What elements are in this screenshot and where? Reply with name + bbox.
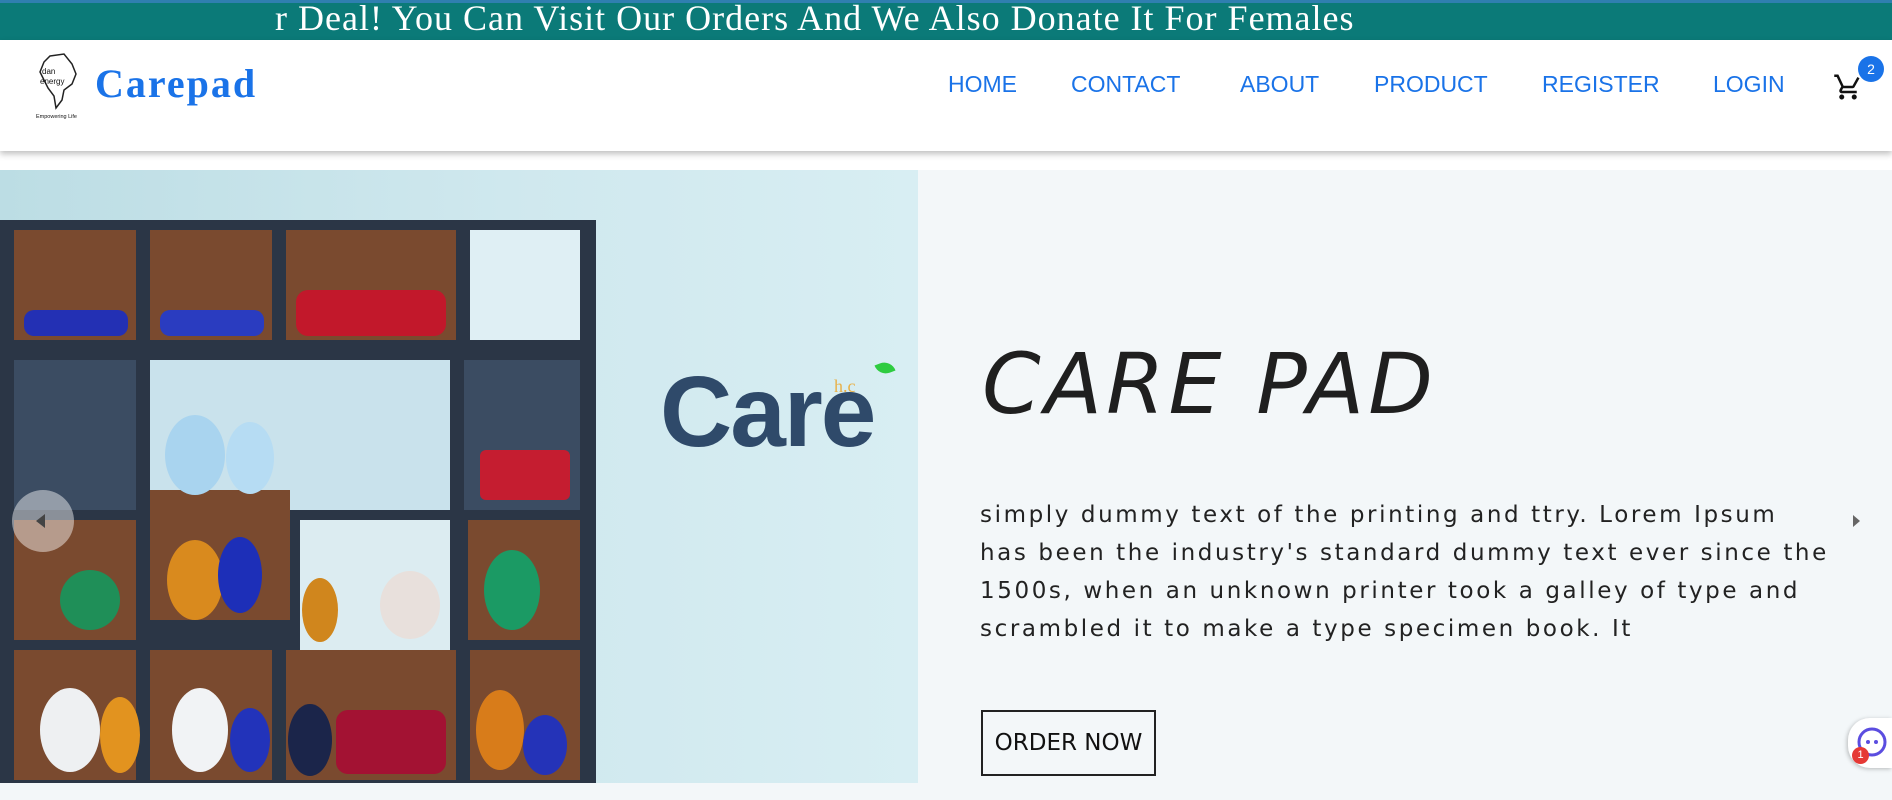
hero-image: Care h.c — [0, 170, 918, 783]
logo-text-mid: energy — [40, 77, 64, 86]
logo[interactable]: dan energy Empowering Life — [34, 50, 82, 122]
nav-login[interactable]: LOGIN — [1713, 71, 1785, 98]
care-logo-suffix: h.c — [834, 376, 856, 396]
nav-register[interactable]: REGISTER — [1542, 71, 1660, 98]
nav-about[interactable]: ABOUT — [1240, 71, 1319, 98]
nav-home[interactable]: HOME — [948, 71, 1017, 98]
carousel-next-button[interactable] — [1845, 510, 1869, 534]
hero-section: Care h.c CARE PAD simply dummy text of t… — [0, 170, 1892, 800]
cart-icon[interactable] — [1833, 72, 1863, 102]
logo-tagline: Empowering Life — [36, 114, 77, 120]
nav-product[interactable]: PRODUCT — [1374, 71, 1488, 98]
promo-banner: r Deal! You Can Visit Our Orders And We … — [0, 0, 1892, 40]
logo-text-top: dan — [42, 67, 55, 76]
cart-count-badge: 2 — [1858, 56, 1884, 82]
nav-contact[interactable]: CONTACT — [1071, 71, 1180, 98]
shelf-illustration — [0, 220, 596, 783]
chat-notification-badge: 1 — [1852, 747, 1869, 764]
brand-name[interactable]: Carepad — [95, 60, 257, 107]
order-now-button[interactable]: ORDER NOW — [981, 710, 1156, 776]
navbar: dan energy Empowering Life Carepad HOME … — [0, 40, 1892, 151]
hero-title: CARE PAD — [982, 335, 1437, 433]
hero-description: simply dummy text of the printing and tt… — [980, 502, 1829, 642]
care-logo-text: Care — [660, 356, 876, 468]
promo-banner-text: r Deal! You Can Visit Our Orders And We … — [275, 0, 1355, 38]
carousel-prev-button[interactable] — [12, 490, 74, 552]
